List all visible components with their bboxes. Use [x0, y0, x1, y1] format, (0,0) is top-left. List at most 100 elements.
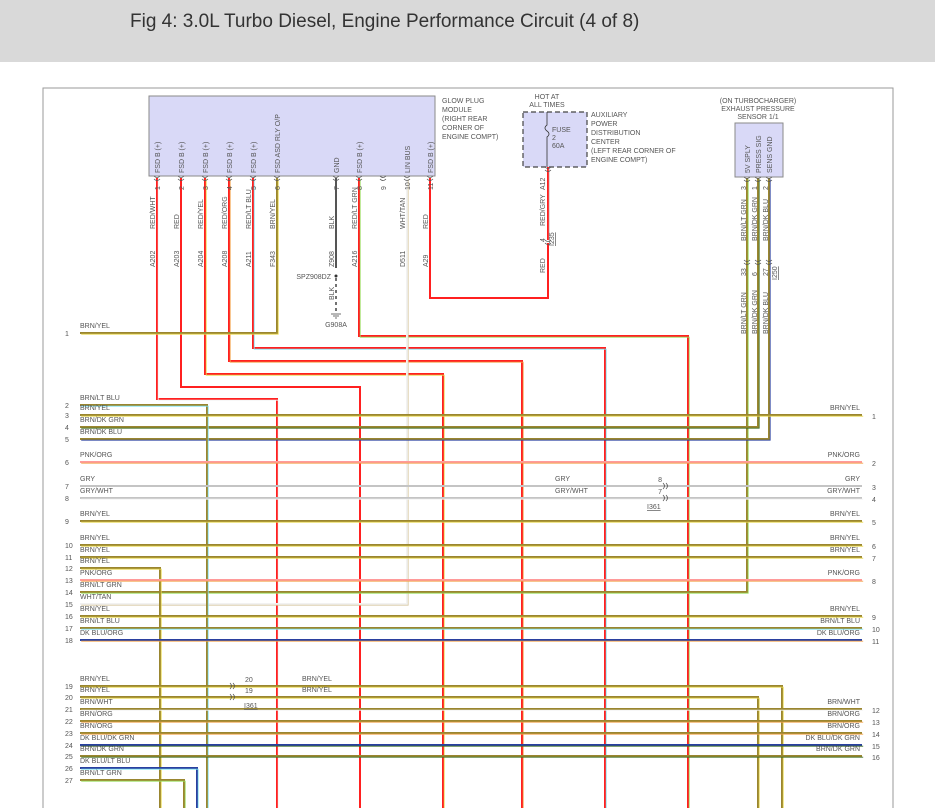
row-23-wire [80, 732, 864, 735]
inline-wire-label: GRY/WHT [555, 488, 589, 495]
right-row-number: 5 [872, 520, 876, 527]
left-row-number: 6 [65, 460, 69, 467]
row-13-wire [80, 579, 864, 582]
module-pin-number: 1 [155, 186, 162, 190]
module-pin-circuit: A203 [174, 251, 181, 267]
left-row-wire-label: BRN/DK GRN [80, 746, 124, 753]
right-row-wire-label: BRN/YEL [830, 606, 860, 613]
right-row-wire-label: BRN/ORG [827, 723, 860, 730]
fuse-circuit-label: A12 [540, 177, 547, 190]
row-27-wire [80, 779, 186, 808]
left-row-wire-label: BRN/YEL [80, 676, 110, 683]
left-row-wire-label: BRN/YEL [80, 323, 110, 330]
splice-label: SPZ908DZ [296, 274, 331, 281]
left-row-wire-label: PNK/ORG [80, 570, 112, 577]
left-row-number: 19 [65, 684, 73, 691]
sensor-pin-number: 2 [763, 186, 770, 190]
left-row-wire-label: BRN/YEL [80, 547, 110, 554]
left-row-number: 21 [65, 707, 73, 714]
right-row-wire-label: BRN/YEL [830, 405, 860, 412]
sensor-pin-wire-color: BRN/DK GRN [752, 197, 759, 241]
left-row-number: 23 [65, 731, 73, 738]
left-row-number: 20 [65, 695, 73, 702]
sensor-wire-color-lower: BRN/DK GRN [752, 290, 759, 334]
power-distribution-label: AUXILIARY [591, 112, 628, 119]
left-row-number: 1 [65, 331, 69, 338]
module-pin-wire-color: RED [174, 214, 181, 229]
right-row-wire-label: DK BLU/ORG [817, 630, 860, 637]
right-row-number: 16 [872, 755, 880, 762]
sensor-wire-color-lower: BRN/DK BLU [763, 292, 770, 334]
left-row-number: 5 [65, 437, 69, 444]
ground-label: G908A [325, 322, 347, 329]
power-distribution-label: ENGINE COMPT) [591, 157, 647, 164]
left-row-number: 18 [65, 638, 73, 645]
left-row-wire-label: PNK/ORG [80, 452, 112, 459]
left-row-wire-label: DK BLU/LT BLU [80, 758, 130, 765]
right-row-wire-label: BRN/YEL [830, 535, 860, 542]
row-18-wire [80, 639, 864, 642]
glow-plug-module-label: GLOW PLUG [442, 98, 484, 105]
left-row-wire-label: DK BLU/ORG [80, 630, 123, 637]
wire-color-label: RED [540, 258, 547, 273]
right-row-wire-label: BRN/DK GRN [816, 746, 860, 753]
left-row-number: 26 [65, 766, 73, 773]
left-row-number: 12 [65, 566, 73, 573]
fuse-output-wire [547, 167, 550, 242]
sensor-label: SENSOR 1/1 [737, 114, 778, 121]
left-row-wire-label: GRY/WHT [80, 488, 114, 495]
inline-wire-label: GRY [555, 476, 570, 483]
module-pin-name: FSD B (+) [203, 142, 210, 173]
fuse-wire-color: RED/GRY [540, 194, 547, 226]
left-row-number: 24 [65, 743, 73, 750]
left-row-number: 22 [65, 719, 73, 726]
inline-wire-label: BRN/YEL [302, 676, 332, 683]
row-11-wire [80, 556, 864, 559]
left-row-number: 10 [65, 543, 73, 550]
hot-at-all-times-label: ALL TIMES [529, 102, 565, 109]
right-row-number: 11 [872, 639, 879, 646]
module-pin-11-wire [429, 178, 549, 299]
sensor-pin-wire-color: BRN/LT GRN [741, 199, 748, 241]
left-row-wire-label: BRN/LT BLU [80, 395, 120, 402]
connector-pin-number: 6 [752, 272, 759, 276]
glow-plug-module-label: CORNER OF [442, 125, 484, 132]
sensor-wire-color-lower: BRN/LT GRN [741, 292, 748, 334]
power-distribution-label: DISTRIBUTION [591, 130, 640, 137]
right-row-number: 13 [872, 720, 880, 727]
module-pin-name: FSD B (+) [251, 142, 258, 173]
right-row-wire-label: BRN/YEL [830, 511, 860, 518]
connector-pin-number: 33 [741, 268, 748, 276]
module-pin-circuit: A211 [246, 251, 253, 267]
connector-pin-number: 27 [763, 268, 770, 276]
module-pin-number: 7 [334, 186, 341, 190]
module-pin-wire-color: RED/ORG [222, 196, 229, 229]
module-pin-name: FSD B (+) [428, 142, 435, 173]
left-row-wire-label: GRY [80, 476, 95, 483]
left-row-wire-label: BRN/YEL [80, 405, 110, 412]
row-20-wire [80, 696, 760, 808]
right-row-number: 2 [872, 461, 876, 468]
module-pin-wire-color: BRN/YEL [270, 199, 277, 229]
right-row-number: 12 [872, 708, 880, 715]
left-row-wire-label: BRN/DK GRN [80, 417, 124, 424]
left-row-number: 9 [65, 519, 69, 526]
diagram-frame [42, 87, 894, 808]
right-row-number: 15 [872, 744, 880, 751]
module-pin-number: 3 [203, 186, 210, 190]
left-row-wire-label: BRN/YEL [80, 687, 110, 694]
sensor-label: (ON TURBOCHARGER) [720, 98, 796, 105]
row-8-wire [80, 497, 864, 500]
left-row-number: 25 [65, 754, 73, 761]
ground-wire-color: BLK [329, 286, 336, 300]
left-row-wire-label: DK BLU/DK GRN [80, 735, 134, 742]
left-row-number: 27 [65, 778, 73, 785]
module-pin-circuit: A29 [423, 254, 430, 267]
inline-wire-label: BRN/YEL [302, 687, 332, 694]
row-17-wire [80, 627, 864, 630]
module-pin-wire-color: RED/YEL [198, 199, 205, 229]
module-pin-number: 11 [428, 183, 435, 190]
module-pin-9-connector [379, 175, 387, 181]
module-pin-wire-color: WHT/TAN [400, 198, 407, 229]
connector-pin-number: 4 [540, 238, 547, 242]
